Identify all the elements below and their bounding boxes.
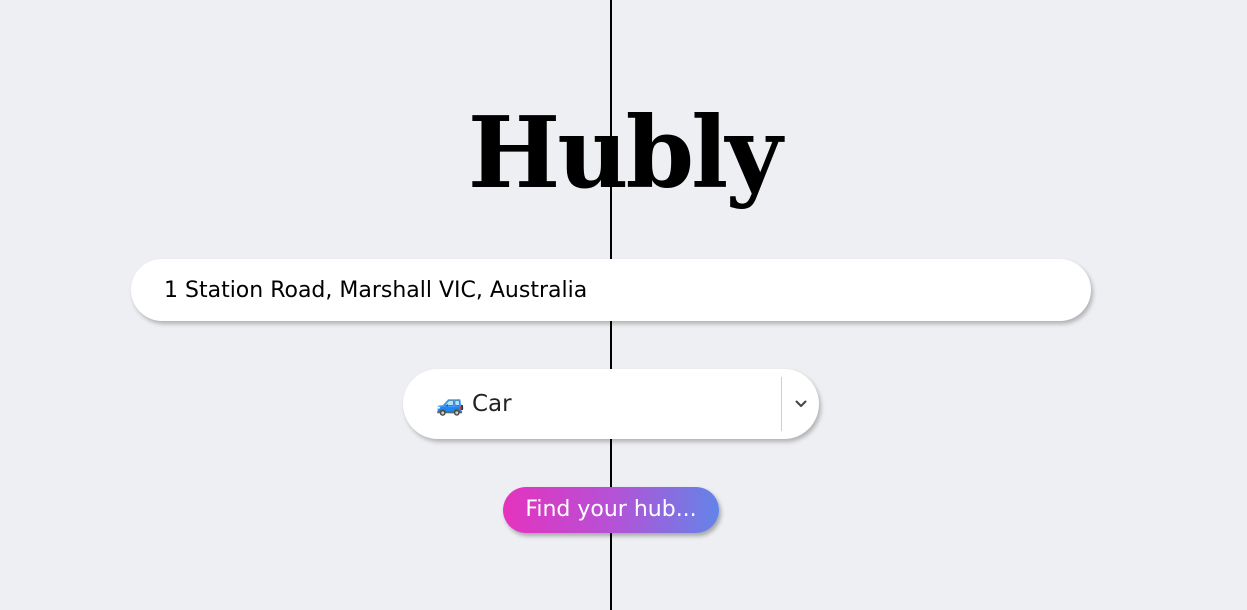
chevron-down-icon[interactable]: [783, 369, 819, 439]
app-logo: Hubly: [467, 96, 783, 211]
select-divider: [781, 377, 782, 431]
find-hub-button[interactable]: Find your hub...: [503, 487, 719, 533]
transport-mode-select[interactable]: 🚙 Car: [403, 369, 819, 439]
transport-mode-selected-value: 🚙 Car: [436, 391, 512, 417]
address-input[interactable]: [131, 259, 1091, 321]
